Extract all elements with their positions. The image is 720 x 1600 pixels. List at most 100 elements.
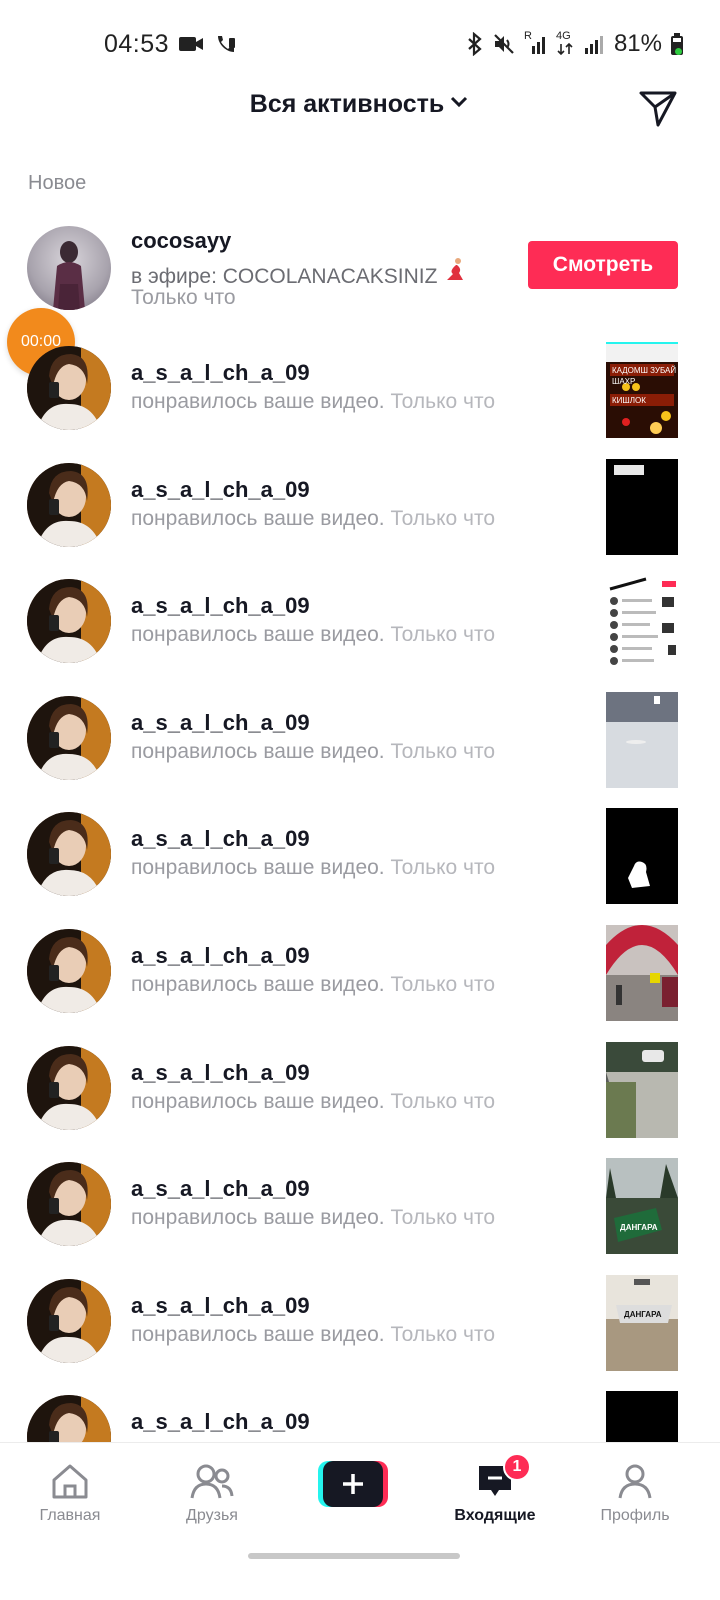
signal-4g-label: 4G [555, 30, 571, 42]
avatar[interactable] [27, 1045, 111, 1130]
activity-action: понравилось ваше видео. [131, 623, 385, 647]
create-video-button[interactable] [318, 1461, 388, 1507]
avatar[interactable] [27, 579, 111, 664]
activity-username[interactable]: a_s_a_l_ch_a_09 [131, 826, 310, 852]
signal-r-label: R [523, 30, 532, 42]
live-description: в эфире: COCOLANACAKSINIZ [131, 257, 469, 289]
activity-time: Только что [390, 1206, 496, 1230]
activity-description: понравилось ваше видео. Только что [131, 390, 495, 414]
video-thumbnail[interactable]: ДАНГАРА [606, 1274, 678, 1371]
signal-bars-icon [584, 32, 606, 56]
live-time: Только что [131, 286, 236, 309]
video-thumbnail[interactable]: ДАНГАРА [606, 1158, 678, 1255]
inbox-badge: 1 [503, 1453, 531, 1481]
activity-filter-dropdown[interactable]: Вся активность [250, 90, 470, 119]
nav-inbox[interactable]: Входящие [435, 1461, 555, 1525]
avatar[interactable] [27, 346, 111, 430]
activity-action: понравилось ваше видео. [131, 506, 385, 530]
activity-username[interactable]: a_s_a_l_ch_a_09 [131, 1176, 310, 1202]
video-thumbnail[interactable] [606, 808, 678, 905]
inbox-icon [435, 1461, 555, 1501]
charging-dot [675, 48, 682, 55]
live-username[interactable]: cocosayy [131, 228, 231, 254]
activity-description: понравилось ваше видео. Только что [131, 507, 495, 531]
thumb-text: КАДОМШ ЗУБАЙ [612, 366, 676, 375]
status-right-icons: R 4G 81% [466, 30, 684, 58]
activity-time: Только что [390, 1089, 496, 1113]
activity-username[interactable]: a_s_a_l_ch_a_09 [131, 1409, 310, 1435]
mute-icon [492, 32, 516, 56]
activity-row[interactable]: a_s_a_l_ch_a_09 понравилось ваше видео. Т… [0, 342, 720, 458]
activity-description: понравилось ваше видео. Только что [131, 740, 495, 764]
activity-time: Только что [390, 390, 496, 413]
activity-header: Вся активность [0, 80, 720, 136]
activity-row[interactable]: a_s_a_l_ch_a_09 понравилось ваше видео. Т… [0, 691, 720, 808]
plus-icon [323, 1461, 383, 1507]
nav-friends[interactable]: Друзья [152, 1461, 272, 1525]
activity-time: Только что [390, 623, 496, 647]
avatar[interactable] [27, 1162, 111, 1247]
page-title: Вся активность [249, 90, 445, 118]
video-thumbnail[interactable]: КАДОМШ ЗУБАЙ ШАХР КИШЛОК [606, 342, 678, 438]
avatar[interactable] [27, 1278, 111, 1363]
activity-username[interactable]: a_s_a_l_ch_a_09 [131, 1060, 310, 1086]
activity-row[interactable]: a_s_a_l_ch_a_09 понравилось ваше видео. Т… [0, 458, 720, 575]
activity-action: понравилось ваше видео. [131, 390, 385, 413]
avatar[interactable] [27, 226, 111, 310]
nav-friends-label: Друзья [186, 1507, 238, 1524]
activity-action: понравилось ваше видео. [131, 856, 385, 880]
watch-live-button[interactable]: Смотреть [528, 241, 678, 289]
activity-username[interactable]: a_s_a_l_ch_a_09 [131, 477, 310, 503]
video-thumbnail[interactable] [606, 1041, 678, 1138]
activity-time: Только что [390, 1322, 496, 1346]
bottom-navigation: Главная Друзья Входящие 1 Профиль [0, 1442, 720, 1570]
activity-action: понравилось ваше видео. [131, 739, 385, 763]
bluetooth-icon [466, 32, 484, 56]
activity-username[interactable]: a_s_a_l_ch_a_09 [131, 943, 310, 969]
activity-username[interactable]: a_s_a_l_ch_a_09 [131, 360, 310, 386]
status-left-icons [178, 32, 238, 61]
thumb-text: ДАНГАРА [624, 1310, 662, 1319]
activity-time: Только что [390, 973, 496, 996]
activity-row[interactable]: a_s_a_l_ch_a_09 понравилось ваше видео. Т… [0, 1158, 720, 1274]
activity-row[interactable]: a_s_a_l_ch_a_09 понравилось ваше видео. Т… [0, 1041, 720, 1158]
status-bar: 04:53 R 4G 81% [0, 0, 720, 88]
video-thumbnail[interactable] [606, 458, 678, 555]
direct-message-icon[interactable] [638, 88, 678, 133]
activity-row[interactable]: a_s_a_l_ch_a_09 понравилось ваше видео. Т… [0, 925, 720, 1041]
activity-description: понравилось ваше видео. Только что [131, 1206, 495, 1230]
home-indicator[interactable] [248, 1553, 460, 1559]
call-forward-icon [214, 32, 238, 61]
video-camera-icon [178, 34, 204, 59]
avatar[interactable] [27, 695, 111, 780]
nav-home[interactable]: Главная [10, 1461, 130, 1525]
activity-description: понравилось ваше видео. Только что [131, 1323, 495, 1347]
activity-description: понравилось ваше видео. Только что [131, 1090, 495, 1114]
avatar[interactable] [27, 812, 111, 897]
activity-description: понравилось ваше видео. Только что [131, 623, 495, 647]
activity-action: понравилось ваше видео. [131, 973, 385, 996]
activity-action: понравилось ваше видео. [131, 1089, 385, 1113]
chevron-down-icon [448, 90, 470, 119]
avatar[interactable] [27, 929, 111, 1013]
activity-description: понравилось ваше видео. Только что [131, 856, 495, 880]
profile-icon [575, 1461, 695, 1501]
activity-username[interactable]: a_s_a_l_ch_a_09 [131, 710, 310, 736]
avatar[interactable] [27, 462, 111, 547]
activity-action: понравилось ваше видео. [131, 1322, 385, 1346]
activity-username[interactable]: a_s_a_l_ch_a_09 [131, 1293, 310, 1319]
activity-time: Только что [390, 856, 496, 880]
video-thumbnail[interactable] [606, 691, 678, 788]
activity-username[interactable]: a_s_a_l_ch_a_09 [131, 593, 310, 619]
video-thumbnail[interactable] [606, 925, 678, 1021]
nav-profile[interactable]: Профиль [575, 1461, 695, 1525]
nav-inbox-label: Входящие [454, 1507, 536, 1524]
activity-time: Только что [390, 506, 496, 530]
thumb-text: КИШЛОК [612, 396, 646, 405]
section-label-new: Новое [28, 172, 87, 194]
video-thumbnail[interactable] [606, 575, 678, 672]
activity-row[interactable]: a_s_a_l_ch_a_09 понравилось ваше видео. Т… [0, 1274, 720, 1391]
dancer-emoji-icon [443, 258, 469, 288]
activity-row[interactable]: a_s_a_l_ch_a_09 понравилось ваше видео. Т… [0, 808, 720, 924]
activity-row[interactable]: a_s_a_l_ch_a_09 понравилось ваше видео. Т… [0, 575, 720, 691]
